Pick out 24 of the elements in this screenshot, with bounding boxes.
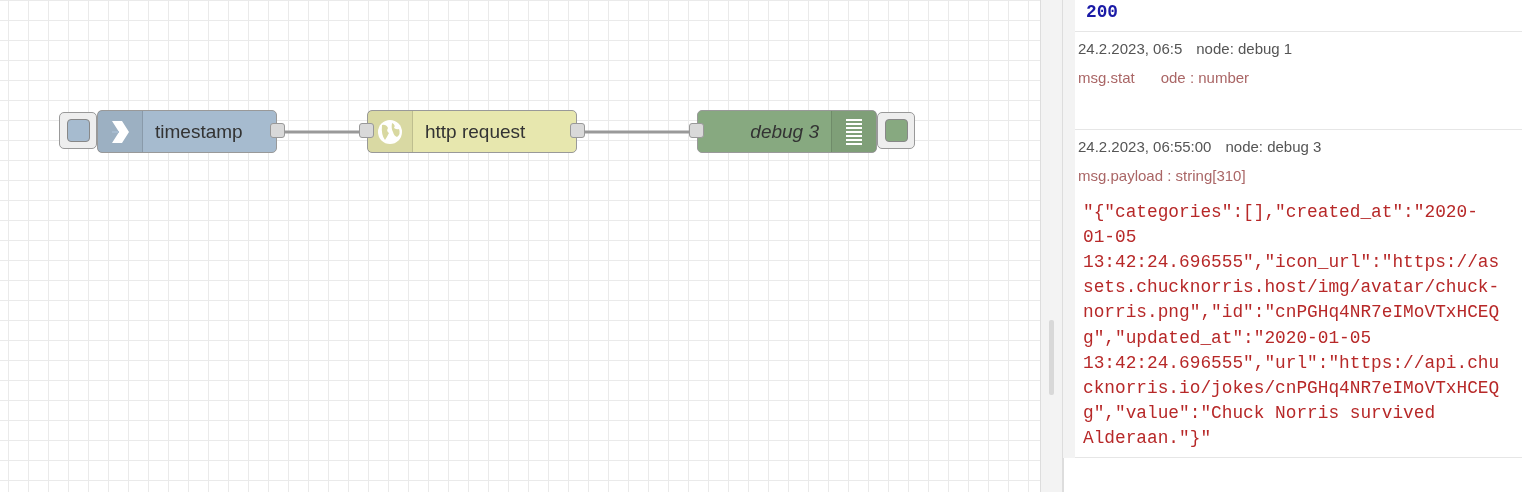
message-source-link[interactable]: node: debug 3 (1225, 137, 1322, 158)
input-port[interactable] (689, 123, 704, 138)
message-timestamp: 24.2.2023, 06:55:00 (1078, 137, 1212, 158)
inject-button[interactable] (59, 112, 97, 149)
inject-node[interactable]: timestamp (97, 110, 277, 153)
message-value: "{"categories":[],"created_at":"2020-01-05 13:42:24.696555","icon_url":"https://assets.chucknorris.host/img/avatar/chuck-norris.png","id":"cnPGHq4NR7eIMoVTxHCEQg","updated_at":"2020-01-05 13:42:24.696555","url":"https://api.chucknorris.io/jokes/cnPGHq4NR7eIMoVTxHCEQg","value":"Chuck Norris survived Alderaan."}" (1083, 201, 1501, 450)
message-timestamp: 24.2.2023, 06:5 (1078, 39, 1183, 60)
message-property: msg.payload : string[310] (1078, 166, 1246, 187)
message-value: 200 (1085, 1, 1119, 24)
message-property: ode : number (1160, 68, 1250, 89)
input-port[interactable] (359, 123, 374, 138)
debug-toggle-button[interactable] (877, 112, 915, 149)
message-property: msg.stat (1078, 68, 1135, 89)
node-label: timestamp (154, 119, 244, 144)
http-request-node[interactable]: http request (367, 110, 577, 153)
node-label: http request (424, 119, 527, 144)
list-icon (846, 117, 862, 146)
splitter-handle[interactable] (1049, 320, 1054, 395)
output-port[interactable] (270, 123, 285, 138)
output-port[interactable] (570, 123, 585, 138)
message-source-link[interactable]: node: debug 1 (1196, 39, 1293, 60)
node-label: debug 3 (749, 119, 820, 144)
globe-icon (377, 118, 403, 145)
debug-node[interactable]: debug 3 (697, 110, 877, 153)
